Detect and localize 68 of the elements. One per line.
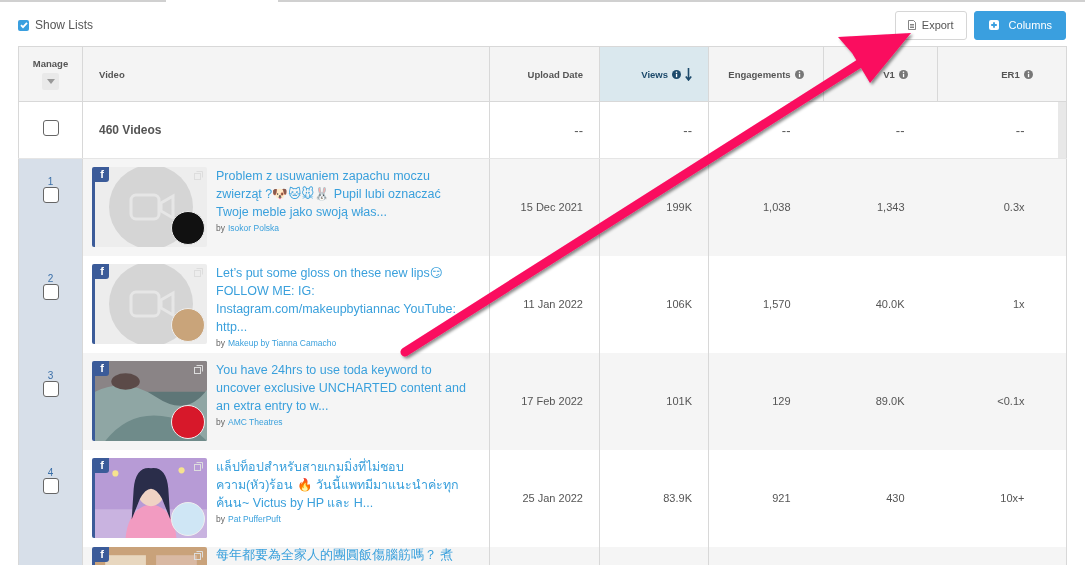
video-title-link[interactable]: Let’s put some gloss on these new lips😏 FOLLOW ME: IG: Instagram.com/makeupbytiannac YouTube: http...: [216, 263, 466, 336]
row-number: 4: [46, 467, 55, 478]
author-link[interactable]: AMC Theatres: [228, 416, 283, 427]
table-cell: --: [489, 101, 600, 159]
platform-badge: f: [95, 263, 109, 279]
table-cell: 1,570: [708, 255, 824, 353]
checkbox[interactable]: [42, 120, 59, 136]
video-count: 460 Videos: [82, 101, 490, 159]
platform-badge: f: [95, 457, 109, 473]
column-header[interactable]: Manage: [18, 46, 83, 102]
column-header[interactable]: Engagements: [708, 46, 824, 102]
table-cell: 0.3x: [937, 158, 1058, 256]
checkbox[interactable]: [42, 477, 59, 494]
column-header[interactable]: Views: [599, 46, 709, 102]
info-icon: [898, 69, 908, 79]
table-cell: 129: [708, 352, 824, 450]
platform-badge: f: [95, 360, 109, 376]
table-cell: --: [708, 101, 824, 159]
video-title-link[interactable]: แล็ปท็อปสำหรับสายเกมมิ่งที่ไม่ชอบความ(หัว)ร้อน 🔥 วันนี้แพทมีมาแนะนำค่ะทุกค้นน~ Victus by HP และ H...: [216, 457, 466, 512]
video-title-link[interactable]: 每年都要為全家人的團圓飯傷腦筋嗎？ 煮: [216, 546, 466, 563]
author-link[interactable]: Pat PufferPuft: [228, 513, 281, 524]
show-lists-label: Show Lists: [35, 18, 94, 32]
expand-icon: [194, 550, 203, 560]
platform-badge: f: [95, 167, 109, 182]
table-cell: --: [823, 101, 938, 159]
table-cell: 1,038: [708, 158, 824, 256]
table-cell: 106K: [599, 255, 709, 353]
column-header[interactable]: Video: [82, 46, 490, 102]
table-cell: 11 Jan 2022: [489, 255, 600, 353]
info-icon: [794, 69, 804, 79]
expand-icon: [194, 461, 203, 471]
table-cell: <0.1x: [937, 352, 1058, 450]
sort-down-icon: [685, 67, 692, 81]
table-cell: 921: [708, 449, 824, 547]
table-cell: 17 Feb 2022: [489, 352, 600, 450]
info-icon: [1023, 69, 1033, 79]
plus-icon: [988, 20, 999, 30]
table-cell: 15 Dec 2021: [489, 158, 600, 256]
column-header[interactable]: Upload Date: [489, 46, 600, 102]
table-cell: 25 Jan 2022: [489, 449, 600, 547]
row-number: 2: [46, 273, 55, 284]
video-title-link[interactable]: You have 24hrs to use toda keyword to uncover exclusive UNCHARTED content and an extra entry to w...: [216, 360, 466, 415]
by-label: by: [216, 513, 225, 524]
video-title-link[interactable]: Problem z usuwaniem zapachu moczu zwierząt ?🐶🐱🐭🐰 Pupil lubi oznaczać Twoje meble jako swoją włas...: [216, 167, 466, 221]
checkbox[interactable]: [18, 19, 29, 31]
by-label: by: [216, 337, 225, 348]
row-number: 1: [46, 177, 55, 187]
checkbox[interactable]: [42, 187, 59, 203]
expand-icon: [194, 364, 203, 374]
table-cell: --: [599, 101, 709, 159]
document-icon: [907, 20, 916, 30]
checkbox[interactable]: [42, 380, 59, 397]
by-label: by: [216, 416, 225, 427]
columns-button[interactable]: Columns: [973, 10, 1066, 40]
table-cell: 1,343: [823, 158, 938, 256]
table-cell: 101K: [599, 352, 709, 450]
author-link[interactable]: Makeup by Tianna Camacho: [228, 337, 337, 348]
export-button[interactable]: Export: [894, 10, 967, 40]
checkbox[interactable]: [42, 283, 59, 300]
column-header[interactable]: ER1: [937, 46, 1067, 102]
info-icon: [672, 69, 681, 79]
table-cell: --: [937, 101, 1058, 159]
caret-icon: [46, 79, 55, 84]
table-cell: 89.0K: [823, 352, 938, 450]
row-number: 3: [46, 370, 55, 381]
by-label: by: [216, 223, 225, 233]
author-link[interactable]: Isokor Polska: [228, 223, 279, 233]
table-cell: 83.9K: [599, 449, 709, 547]
